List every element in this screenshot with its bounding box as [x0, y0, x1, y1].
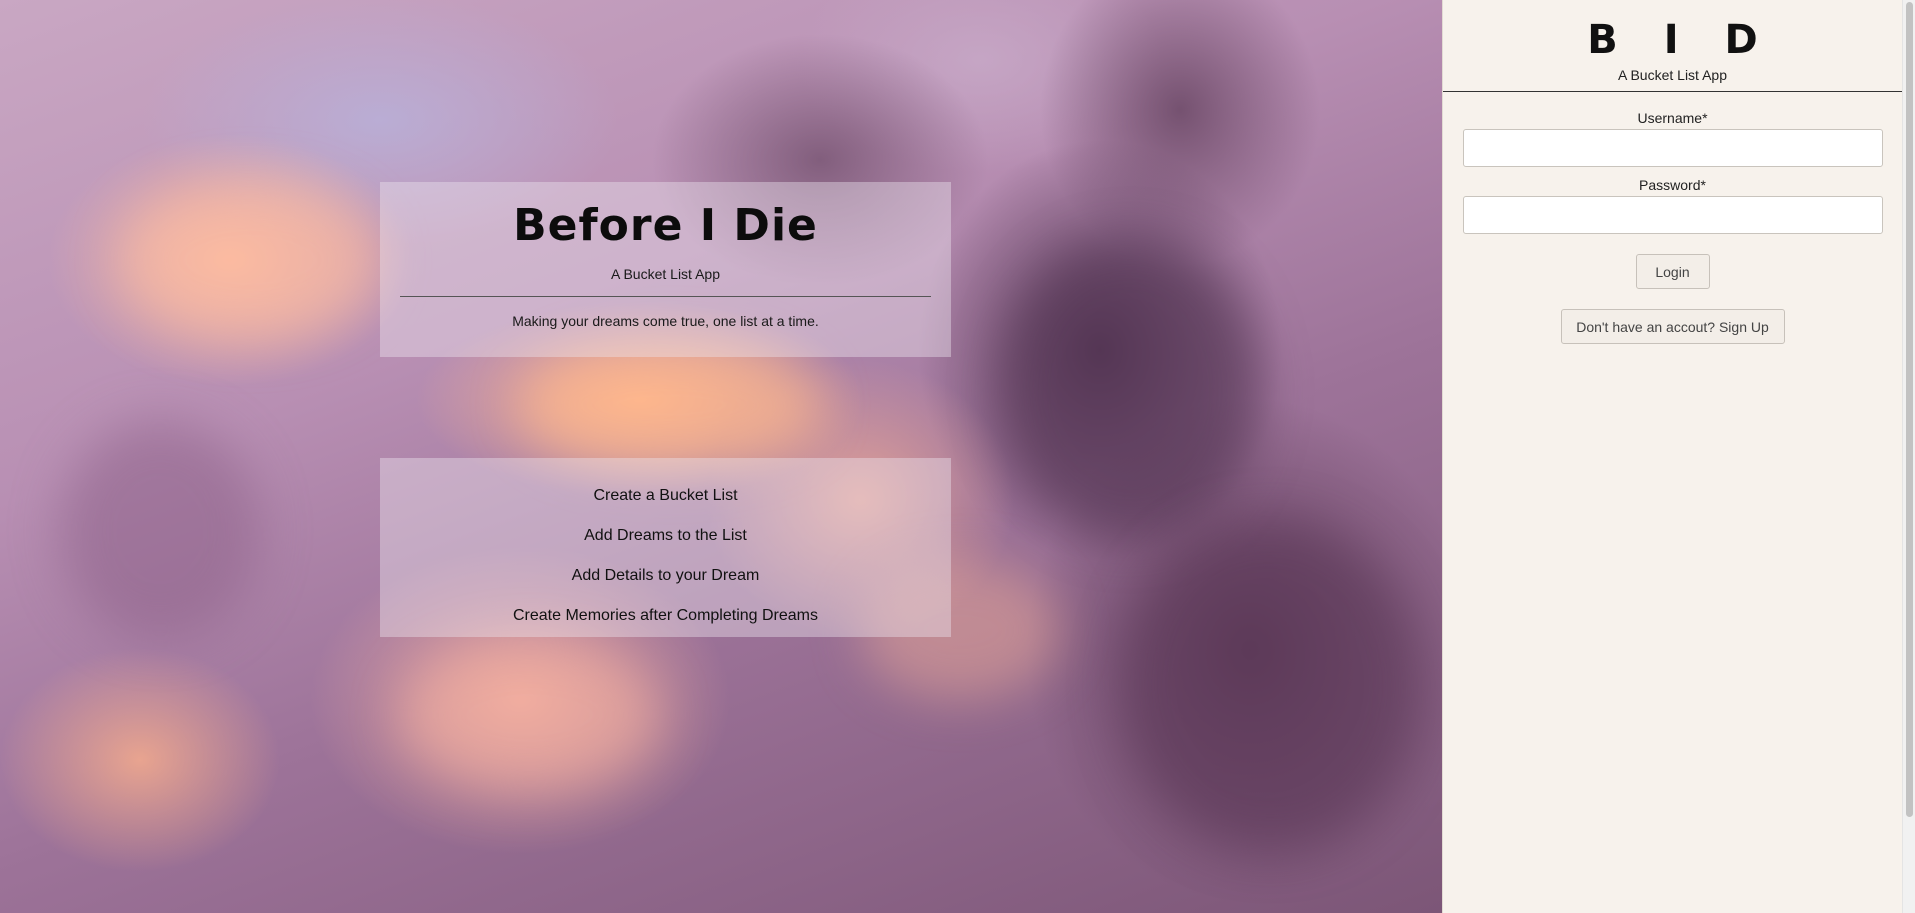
signup-button[interactable]: Don't have an accout? Sign Up	[1560, 309, 1785, 344]
app-logo: B I D	[1587, 17, 1774, 63]
scrollbar-thumb[interactable]	[1906, 2, 1913, 817]
hero-divider	[400, 296, 931, 297]
feature-item: Add Details to your Dream	[571, 567, 760, 584]
features-panel: Create a Bucket List Add Dreams to the L…	[380, 458, 951, 637]
sidebar-subtitle: A Bucket List App	[1618, 67, 1727, 83]
hero-panel: Before I Die A Bucket List App Making yo…	[380, 182, 951, 357]
username-label: Username*	[1637, 110, 1708, 126]
feature-item: Create a Bucket List	[593, 487, 738, 504]
login-button[interactable]: Login	[1635, 254, 1710, 289]
sidebar-divider	[1443, 91, 1902, 92]
password-input[interactable]	[1462, 196, 1883, 234]
hero-subtitle: A Bucket List App	[611, 266, 720, 282]
login-sidebar: B I D A Bucket List App Username* Passwo…	[1442, 0, 1902, 913]
page-scrollbar[interactable]	[1902, 0, 1915, 913]
feature-item: Create Memories after Completing Dreams	[513, 607, 818, 624]
background-sky-image	[0, 0, 1442, 913]
password-label: Password*	[1639, 177, 1706, 193]
hero-title: Before I Die	[513, 200, 818, 251]
feature-item: Add Dreams to the List	[584, 527, 747, 544]
username-input[interactable]	[1462, 129, 1883, 167]
hero-tagline: Making your dreams come true, one list a…	[512, 313, 819, 329]
